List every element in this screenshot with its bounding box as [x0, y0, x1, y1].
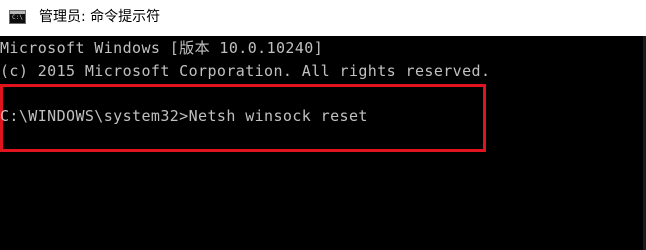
console-line-version: Microsoft Windows [版本 10.0.10240] [0, 39, 324, 57]
console-line-copyright: (c) 2015 Microsoft Corporation. All righ… [0, 62, 491, 80]
cmd-window: C:\ 管理员: 命令提示符 Microsoft Windows [版本 10.… [0, 0, 646, 250]
console-output[interactable]: Microsoft Windows [版本 10.0.10240] (c) 20… [0, 36, 646, 250]
title-bar[interactable]: C:\ 管理员: 命令提示符 [0, 0, 646, 36]
cmd-icon[interactable]: C:\ [9, 10, 26, 24]
cmd-icon-glyph: C:\ [12, 14, 23, 21]
console-line-command[interactable]: C:\WINDOWS\system32>Netsh winsock reset [0, 107, 368, 126]
window-title: 管理员: 命令提示符 [39, 9, 161, 25]
